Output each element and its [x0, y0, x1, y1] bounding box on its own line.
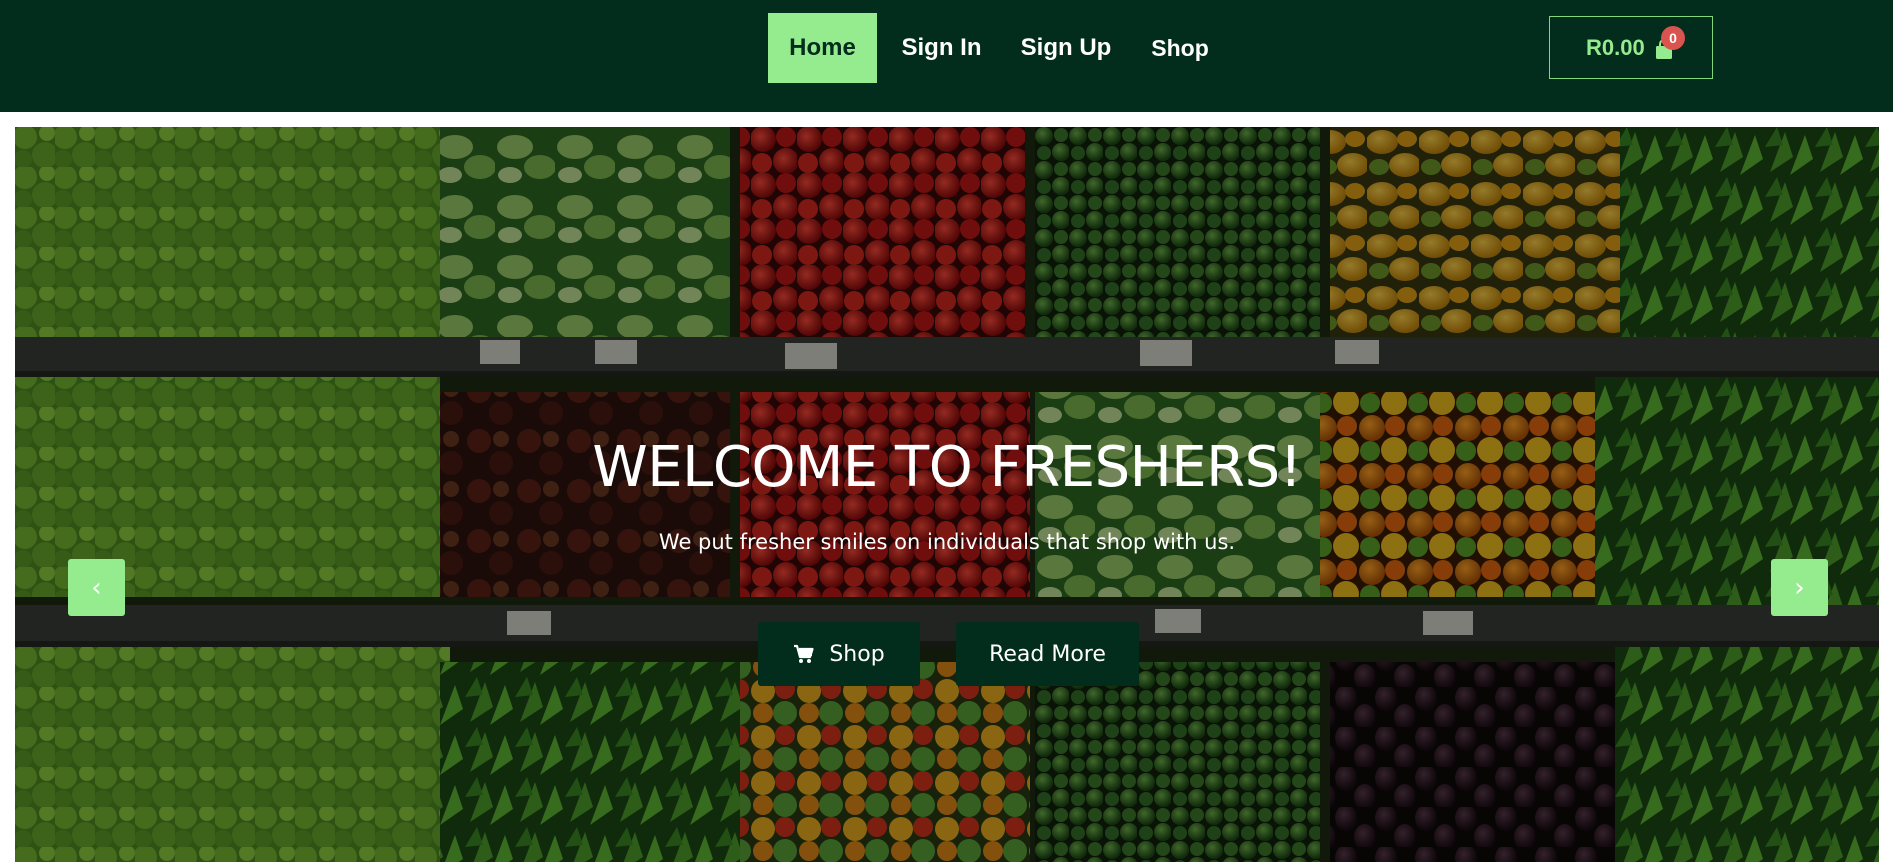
cart-button[interactable]: R0.00 [1549, 16, 1713, 79]
hero-title: WELCOME TO FRESHERS! [592, 435, 1302, 500]
hero-subtitle: We put fresher smiles on individuals tha… [658, 530, 1236, 554]
nav-signup-link[interactable]: Sign Up [1006, 13, 1126, 83]
nav-home-link[interactable]: Home [768, 13, 877, 83]
cart-icon [794, 644, 814, 663]
hero-read-more-button[interactable]: Read More [956, 622, 1139, 686]
top-navbar: Home Sign In Sign Up Shop R0.00 0 [0, 0, 1893, 112]
nav-signin-link[interactable]: Sign In [881, 13, 1002, 83]
hero-carousel: WELCOME TO FRESHERS! We put fresher smil… [15, 127, 1879, 862]
hero-shop-button[interactable]: Shop [758, 622, 920, 686]
carousel-next-arrow[interactable]: › [1771, 559, 1828, 616]
cart-count-badge: 0 [1661, 26, 1685, 50]
main-nav: Home Sign In Sign Up Shop [768, 13, 1234, 83]
nav-shop-link[interactable]: Shop [1130, 13, 1230, 83]
carousel-prev-arrow[interactable]: ‹ [68, 559, 125, 616]
hero-shop-button-label: Shop [829, 641, 885, 667]
cart-total: R0.00 [1586, 34, 1645, 60]
